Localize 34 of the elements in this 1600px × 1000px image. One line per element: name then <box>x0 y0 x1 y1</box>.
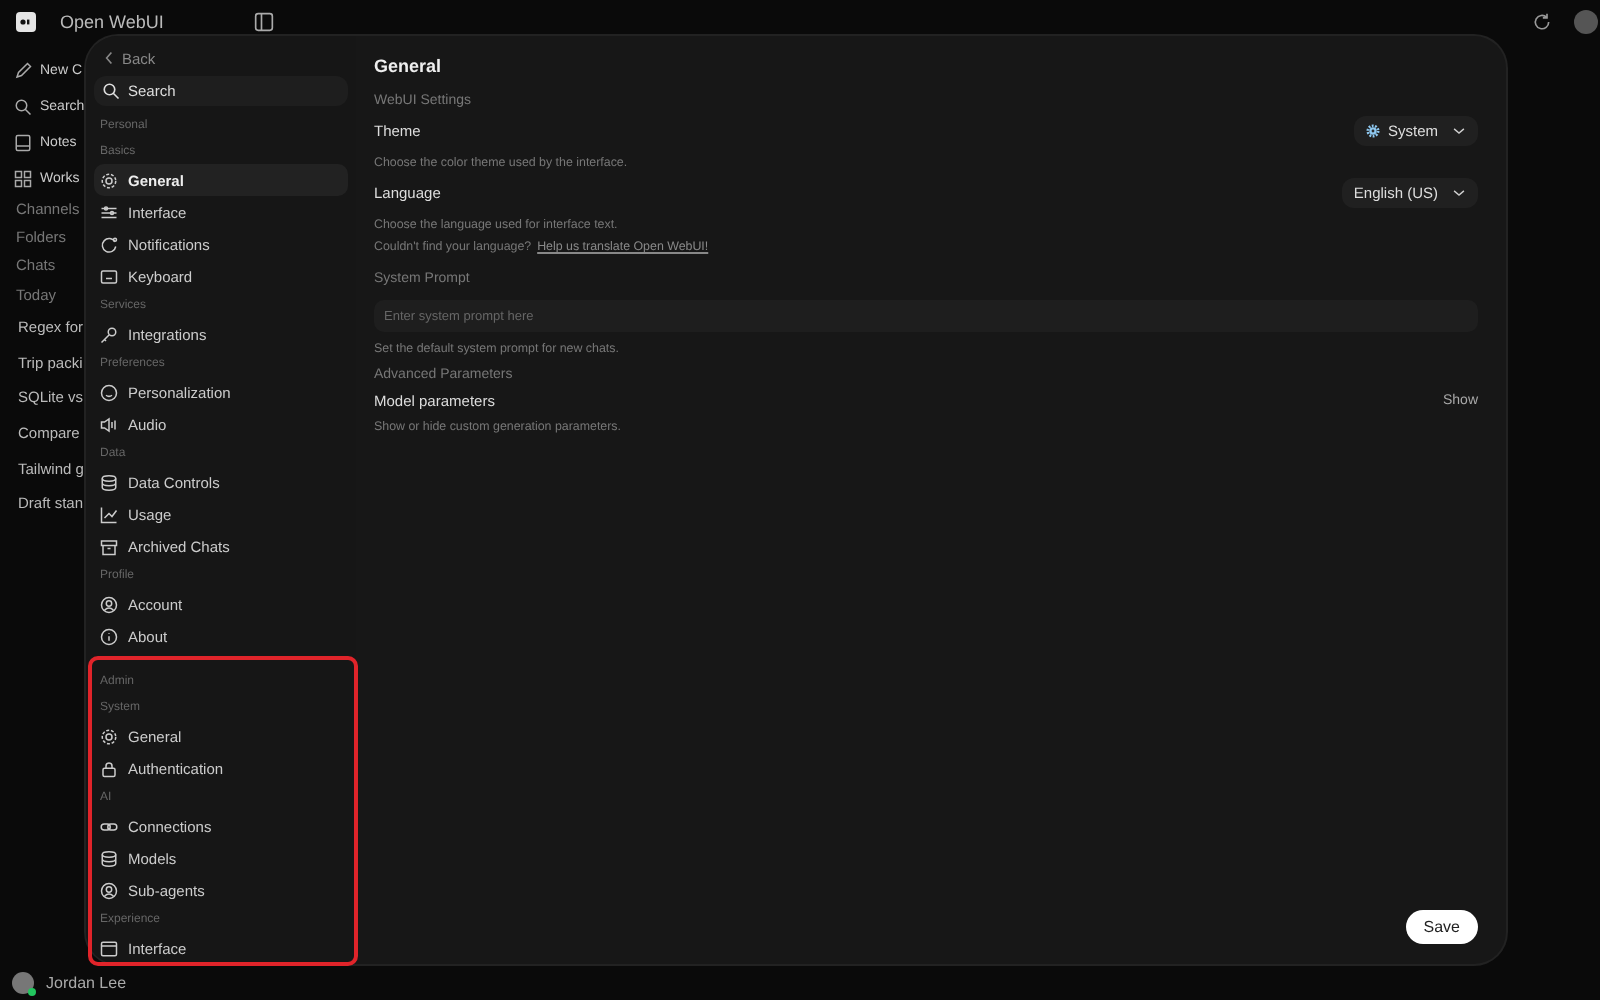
sliders-icon <box>100 203 118 221</box>
gear-icon <box>100 727 118 745</box>
chevron-down-icon <box>1452 126 1466 136</box>
archive-icon <box>100 537 118 555</box>
user-name[interactable]: Jordan Lee <box>46 974 127 992</box>
keyboard-icon <box>100 267 118 285</box>
window-icon <box>100 939 118 957</box>
save-button[interactable]: Save <box>1405 910 1478 944</box>
lock-icon <box>100 759 118 777</box>
search-icon <box>14 97 32 115</box>
database-icon <box>100 849 118 867</box>
note-icon <box>14 133 32 151</box>
user-icon <box>100 881 118 899</box>
panel-title: General <box>374 56 444 80</box>
database-icon <box>100 473 118 491</box>
grid-icon <box>14 169 32 187</box>
avatar[interactable] <box>12 972 34 994</box>
gear-icon <box>1365 124 1380 138</box>
sidebar-toggle-icon[interactable] <box>253 12 274 32</box>
logo-icon <box>16 12 36 32</box>
smiley-icon <box>100 383 118 401</box>
pencil-icon <box>14 61 32 79</box>
user-icon <box>100 595 118 613</box>
key-icon <box>100 325 118 343</box>
speaker-icon <box>100 415 118 433</box>
chevron-left-icon <box>104 50 114 66</box>
refresh-icon[interactable] <box>1532 12 1552 32</box>
search-icon <box>102 82 120 100</box>
gear-icon <box>100 171 118 189</box>
chevron-down-icon <box>1452 188 1466 198</box>
app-title: Open WebUI <box>60 12 164 32</box>
info-icon <box>100 627 118 645</box>
link-icon <box>100 817 118 835</box>
chart-icon <box>100 505 118 523</box>
